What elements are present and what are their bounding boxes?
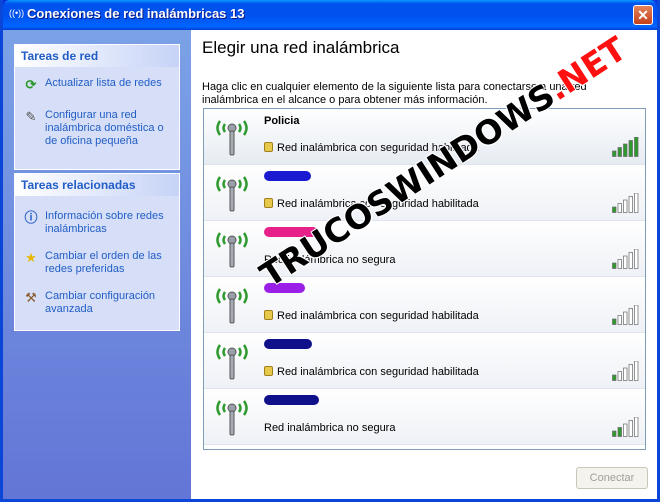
signal-bar xyxy=(628,308,633,325)
lock-icon xyxy=(264,310,273,320)
signal-bar xyxy=(628,420,633,437)
signal-bar xyxy=(612,430,617,437)
wireless-info-link[interactable]: ⓘ Información sobre redes inalámbricas xyxy=(15,210,179,236)
signal-bar xyxy=(623,423,628,437)
settings-icon: ⚒ xyxy=(25,290,37,305)
setup-wireless-network-link[interactable]: ✎ Configurar una red inalámbrica domésti… xyxy=(15,109,179,148)
signal-bar xyxy=(623,143,628,157)
network-ssid: Policia xyxy=(264,115,300,127)
signal-bar xyxy=(617,427,622,437)
wireless-antenna-icon xyxy=(216,120,248,156)
network-item[interactable]: Red inalámbrica con seguridad habilitada xyxy=(204,333,645,389)
related-tasks-header[interactable]: Tareas relacionadas xyxy=(15,174,179,196)
signal-bar xyxy=(617,371,622,381)
network-security-status: Red inalámbrica no segura xyxy=(264,422,395,434)
signal-bar xyxy=(617,203,622,213)
network-tasks-header[interactable]: Tareas de red xyxy=(15,45,179,67)
signal-bar xyxy=(617,315,622,325)
network-tasks-panel: Tareas de red ⟳ Actualizar lista de rede… xyxy=(14,44,180,170)
signal-bar xyxy=(628,196,633,213)
network-item[interactable]: Red inalámbrica no segura xyxy=(204,389,645,445)
redacted-ssid xyxy=(264,395,319,405)
redacted-ssid xyxy=(264,171,311,181)
advanced-settings-link[interactable]: ⚒ Cambiar configuración avanzada xyxy=(15,290,179,316)
signal-bar xyxy=(612,318,617,325)
network-status-text: Red inalámbrica con seguridad habilitada xyxy=(277,366,479,378)
wireless-setup-icon: ✎ xyxy=(25,109,37,124)
wireless-antenna-icon xyxy=(216,288,248,324)
signal-bar xyxy=(634,193,639,213)
related-tasks-panel: Tareas relacionadas ⓘ Información sobre … xyxy=(14,173,180,331)
signal-bar xyxy=(612,206,617,213)
wireless-antenna-icon xyxy=(216,400,248,436)
wireless-antenna-icon xyxy=(216,232,248,268)
refresh-icon: ⟳ xyxy=(25,77,37,92)
signal-bar xyxy=(628,364,633,381)
network-status-text: Red inalámbrica con seguridad habilitada xyxy=(277,310,479,322)
signal-bar xyxy=(623,255,628,269)
signal-bar xyxy=(634,137,639,157)
signal-strength-icon xyxy=(612,249,639,269)
signal-bar xyxy=(628,140,633,157)
signal-bar xyxy=(623,311,628,325)
network-security-status: Red inalámbrica con seguridad habilitada xyxy=(264,366,479,378)
signal-strength-icon xyxy=(612,137,639,157)
signal-bar xyxy=(628,252,633,269)
wireless-antenna-icon xyxy=(216,344,248,380)
wireless-antenna-icon xyxy=(216,176,248,212)
window-title: Conexiones de red inalámbricas 13 xyxy=(27,6,245,21)
signal-bar xyxy=(612,150,617,157)
connect-button[interactable]: Conectar xyxy=(576,467,648,489)
wireless-network-icon: ((•)) xyxy=(9,8,25,18)
wireless-networks-window: ((•)) Conexiones de red inalámbricas 13 … xyxy=(0,0,660,502)
network-security-status: Red inalámbrica con seguridad habilitada xyxy=(264,310,479,322)
signal-bar xyxy=(634,361,639,381)
signal-strength-icon xyxy=(612,305,639,325)
signal-bar xyxy=(617,259,622,269)
lock-icon xyxy=(264,198,273,208)
signal-bar xyxy=(634,417,639,437)
lock-icon xyxy=(264,142,273,152)
signal-strength-icon xyxy=(612,193,639,213)
signal-bar xyxy=(612,262,617,269)
task-sidebar: Tareas de red ⟳ Actualizar lista de rede… xyxy=(3,30,191,499)
network-status-text: Red inalámbrica no segura xyxy=(264,422,396,434)
signal-bar xyxy=(617,147,622,157)
signal-bar xyxy=(634,305,639,325)
close-button[interactable]: ✕ xyxy=(633,5,653,25)
info-icon: ⓘ xyxy=(24,210,38,225)
lock-icon xyxy=(264,366,273,376)
signal-bar xyxy=(623,367,628,381)
change-preferred-order-link[interactable]: ★ Cambiar el orden de las redes preferid… xyxy=(15,250,179,276)
signal-bar xyxy=(634,249,639,269)
signal-bar xyxy=(623,199,628,213)
signal-strength-icon xyxy=(612,361,639,381)
signal-strength-icon xyxy=(612,417,639,437)
signal-bar xyxy=(612,374,617,381)
star-icon: ★ xyxy=(25,250,37,265)
page-title: Elegir una red inalámbrica xyxy=(202,38,400,57)
refresh-network-list-link[interactable]: ⟳ Actualizar lista de redes xyxy=(15,77,179,92)
redacted-ssid xyxy=(264,339,312,349)
title-bar[interactable]: ((•)) Conexiones de red inalámbricas 13 … xyxy=(3,0,657,30)
